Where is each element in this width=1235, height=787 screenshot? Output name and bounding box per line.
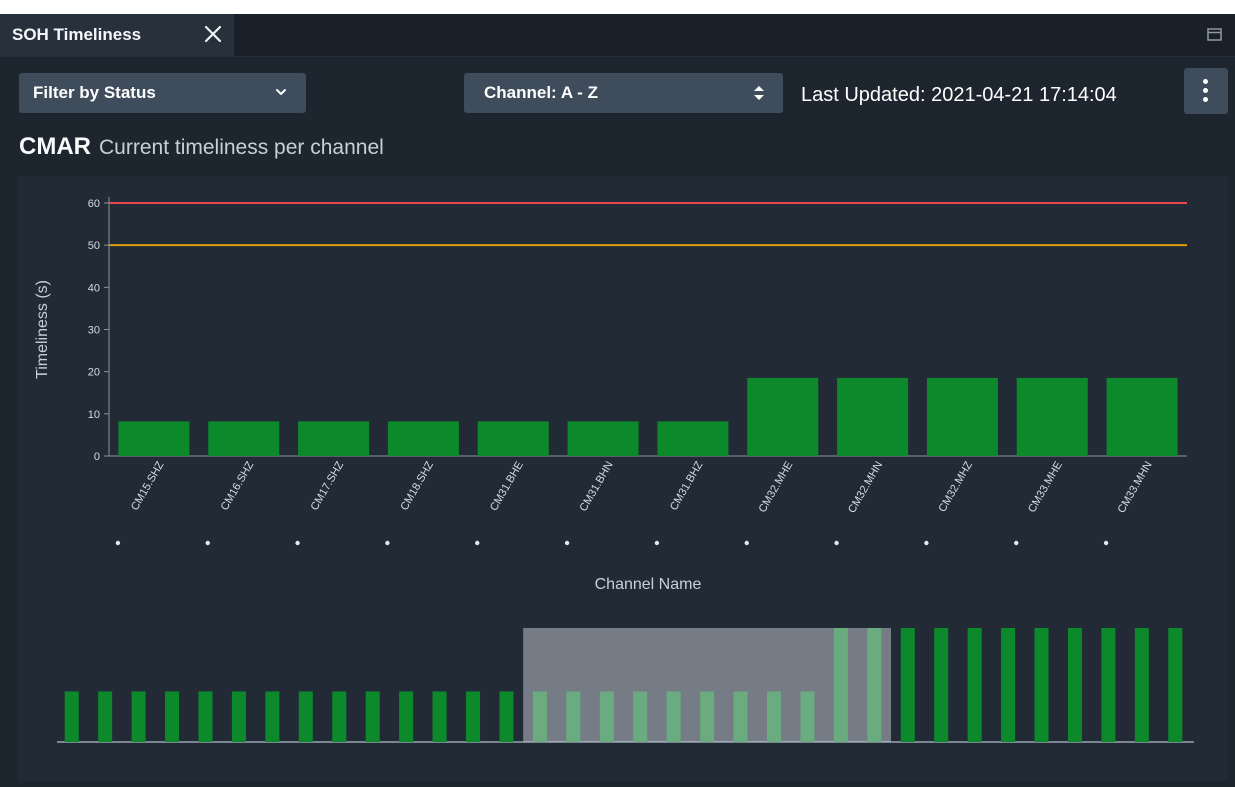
- sort-label: Channel: A - Z: [484, 83, 598, 102]
- y-tick-label: 60: [88, 198, 100, 210]
- close-icon[interactable]: [200, 21, 226, 47]
- overview-bar: [1134, 628, 1149, 742]
- station-name: CMAR: [19, 133, 91, 160]
- overview-bar: [1034, 628, 1049, 742]
- sort-channel-select[interactable]: Channel: A - Z: [464, 73, 783, 113]
- x-tick-label: CM31.BHN: [577, 459, 615, 513]
- chart-bar[interactable]: [747, 377, 819, 456]
- tab-bar: SOH Timeliness: [0, 14, 1235, 57]
- filter-by-status-dropdown[interactable]: Filter by Status: [19, 73, 306, 113]
- y-tick-label: 30: [88, 325, 100, 337]
- x-tick-label: CM31.BHE: [488, 460, 526, 514]
- y-tick-label: 10: [88, 409, 100, 421]
- y-tick-label: 40: [88, 282, 100, 294]
- x-tick-dot: [475, 540, 480, 546]
- overview-bar: [967, 628, 982, 742]
- x-tick-label: CM31.BHZ: [668, 459, 706, 512]
- overview-bar: [131, 691, 146, 742]
- chart-panel: 0 10 20 30 40 50 60 Timeliness (s) CM15.SHZ CM16.…: [17, 176, 1228, 781]
- x-tick-dot: [115, 540, 121, 546]
- y-tick-label: 50: [88, 240, 100, 252]
- x-tick-dot: [564, 540, 570, 546]
- kebab-menu-icon: [1203, 79, 1208, 84]
- last-updated-label: Last Updated: 2021-04-21 17:14:04: [801, 84, 1117, 106]
- overview-bar: [432, 691, 447, 742]
- overview-bar: [499, 691, 514, 742]
- chart-bar[interactable]: [477, 421, 549, 456]
- page-heading: CMAR Current timeliness per channel: [19, 133, 384, 161]
- x-tick-dot: [834, 540, 839, 546]
- y-tick-label: 20: [88, 367, 100, 379]
- x-axis-label: Channel Name: [595, 576, 702, 593]
- overview-brush-selection[interactable]: [523, 628, 892, 742]
- x-tick-dot: [1103, 540, 1109, 546]
- filter-label: Filter by Status: [33, 83, 156, 102]
- chart-bar[interactable]: [926, 377, 998, 456]
- x-tick-label: CM17.SHZ: [309, 459, 347, 512]
- overview-bar: [1101, 628, 1116, 742]
- sort-arrows-icon: [754, 86, 764, 100]
- timeliness-bar-chart: 0 10 20 30 40 50 60 Timeliness (s) CM15.SHZ CM16.…: [34, 197, 1194, 743]
- chart-bar[interactable]: [298, 421, 370, 456]
- tab-soh-timeliness[interactable]: SOH Timeliness: [0, 14, 234, 56]
- chart-bar[interactable]: [387, 421, 459, 456]
- overview-bar: [399, 691, 414, 742]
- overview-bar: [934, 628, 949, 742]
- kebab-menu-button[interactable]: [1184, 68, 1228, 114]
- overview-bar: [64, 691, 79, 742]
- y-axis-label: Timeliness (s): [34, 280, 51, 379]
- x-tick-label: CM32.MHE: [757, 460, 796, 515]
- x-tick-label: CM18.SHZ: [398, 459, 436, 512]
- maximize-window-icon[interactable]: [1207, 28, 1223, 42]
- overview-bar: [466, 691, 481, 742]
- chart-bar[interactable]: [118, 421, 190, 456]
- overview-bar: [1067, 628, 1082, 742]
- page-subtitle: Current timeliness per channel: [99, 136, 384, 159]
- overview-bar: [298, 691, 313, 742]
- x-tick-label: CM33.MHN: [1116, 459, 1155, 515]
- x-tick-dot: [205, 540, 210, 546]
- overview-bar: [265, 691, 280, 742]
- x-tick-label: CM16.SHZ: [219, 459, 257, 512]
- chart-bar[interactable]: [1016, 377, 1088, 456]
- overview-bar: [332, 691, 347, 742]
- overview-bar: [900, 628, 915, 742]
- chart-bar[interactable]: [657, 421, 729, 456]
- tab-title: SOH Timeliness: [12, 25, 142, 44]
- overview-bar: [98, 691, 113, 742]
- x-tick-dot: [744, 540, 749, 546]
- chart-bar[interactable]: [208, 421, 280, 456]
- overview-bar: [231, 691, 246, 742]
- x-tick-label: CM15.SHZ: [129, 459, 167, 512]
- chevron-down-icon: [276, 89, 286, 95]
- x-tick-dot: [654, 540, 660, 546]
- chart-bar[interactable]: [837, 377, 909, 456]
- x-tick-dot: [1014, 540, 1019, 546]
- top-strip: [0, 0, 1235, 14]
- overview-bar: [165, 691, 180, 742]
- overview-bar: [1168, 628, 1183, 742]
- timeliness-display: Filter by Status Channel: A - Z Last Upd…: [0, 57, 1235, 787]
- chart-bar[interactable]: [567, 421, 639, 456]
- x-tick-dot: [924, 540, 929, 546]
- y-tick-label: 0: [94, 451, 100, 463]
- overview-bar: [365, 691, 380, 742]
- x-tick-label: CM32.MHN: [846, 459, 885, 515]
- chart-bar[interactable]: [1106, 377, 1178, 456]
- x-tick-dot: [295, 540, 300, 546]
- overview-bar: [1001, 628, 1016, 742]
- x-tick-label: CM32.MHZ: [937, 459, 976, 514]
- x-tick-dot: [385, 540, 390, 546]
- overview-bar: [198, 691, 213, 742]
- x-tick-label: CM33.MHE: [1026, 460, 1065, 515]
